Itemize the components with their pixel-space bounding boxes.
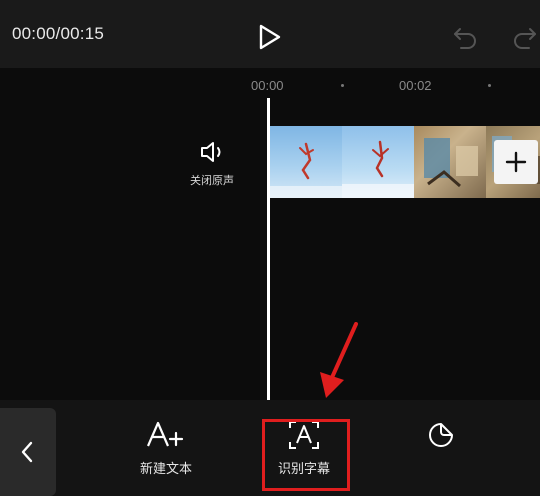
mute-label: 关闭原声 [190,174,234,187]
text-add-icon [146,421,184,447]
time-tick: 00:00 [251,78,284,93]
video-clip-thumbnail[interactable] [342,126,415,198]
timeline-area[interactable]: 00:00 00:02 关闭原声 [0,68,540,400]
new-text-button[interactable]: 新建文本 [121,420,211,477]
annotation-arrow-icon [320,322,358,398]
redo-icon[interactable] [512,24,540,50]
plus-icon [505,151,527,173]
time-display: 00:00/00:15 [12,24,105,43]
sticker-icon [429,423,453,447]
tick-dot [488,84,491,87]
playhead[interactable] [267,98,270,400]
bottom-toolbar: 新建文本 识别字幕 [0,400,540,496]
chevron-left-icon [21,441,33,463]
add-clip-button[interactable] [494,140,538,184]
tick-dot [341,84,344,87]
mute-original-sound-button[interactable]: 关闭原声 [186,140,238,188]
back-button[interactable] [0,408,56,496]
top-bar: 00:00/00:15 [0,0,540,68]
sticker-button[interactable] [396,420,486,450]
recognize-subtitles-button[interactable]: 识别字幕 [259,420,349,477]
new-text-label: 新建文本 [139,462,192,477]
play-icon[interactable] [258,24,282,50]
speaker-icon [201,142,221,162]
video-clip-thumbnail[interactable] [270,126,343,198]
video-clip-thumbnail[interactable] [414,126,487,198]
undo-icon[interactable] [452,24,478,50]
recognize-subtitles-label: 识别字幕 [277,462,330,477]
text-recognize-icon [289,421,319,449]
time-tick: 00:02 [399,78,432,93]
